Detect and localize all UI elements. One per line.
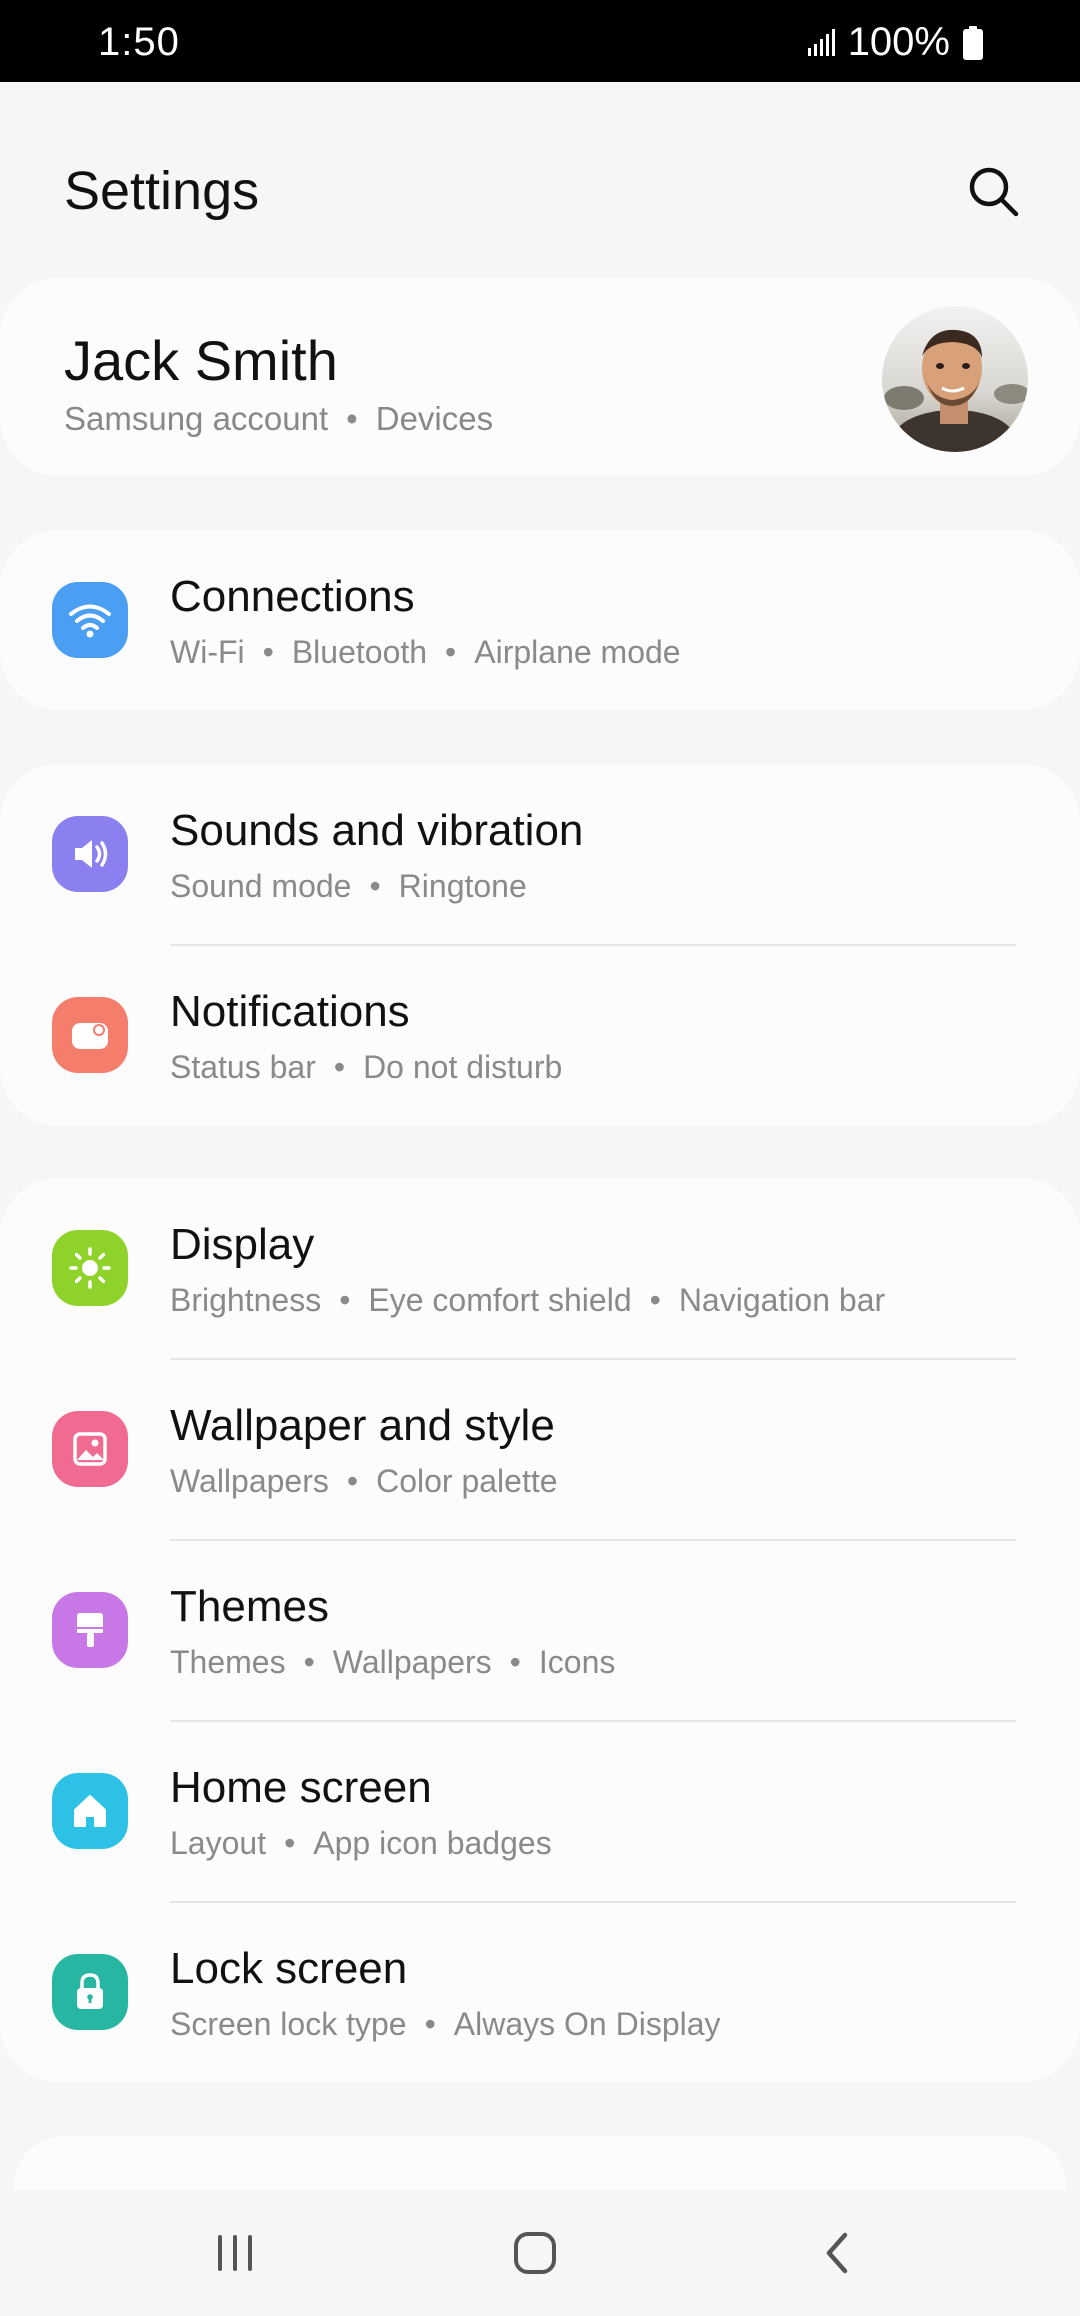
item-title: Themes (170, 1582, 329, 1631)
settings-item-themes[interactable]: Themes Themes • Wallpapers • Icons (0, 1540, 1080, 1720)
separator-dot: • (284, 1825, 296, 1861)
item-title: Display (170, 1220, 315, 1269)
item-title: Wallpaper and style (170, 1401, 555, 1450)
subtitle-part: App icon badges (313, 1825, 552, 1861)
volume-icon (52, 816, 128, 892)
subtitle-part: Airplane mode (474, 634, 681, 670)
signal-icon (806, 28, 836, 58)
separator-dot: • (303, 1644, 315, 1680)
subtitle-part: Sound mode (170, 868, 352, 904)
subtitle-part: Do not disturb (363, 1049, 563, 1085)
subtitle-part: Always On Display (453, 2006, 721, 2042)
separator-dot: • (346, 1463, 359, 1499)
home-button[interactable] (500, 2218, 570, 2288)
subtitle-part: Brightness (170, 1282, 322, 1318)
brush-icon (52, 1592, 128, 1668)
subtitle-part: Navigation bar (678, 1282, 886, 1318)
item-subtitle: Wi-Fi • Bluetooth • Airplane mode (170, 634, 681, 671)
subtitle-part: Bluetooth (291, 634, 428, 670)
item-subtitle: Status bar • Do not disturb (170, 1049, 562, 1086)
subtitle-part: Themes (170, 1644, 286, 1680)
battery-percentage: 100% (847, 20, 950, 64)
avatar[interactable] (882, 306, 1028, 452)
subtitle-part: Ringtone (398, 868, 527, 904)
image-icon (52, 1411, 128, 1487)
settings-item-home-screen[interactable]: Home screen Layout • App icon badges (0, 1721, 1080, 1901)
item-subtitle: Screen lock type • Always On Display (170, 2006, 721, 2043)
notification-icon (52, 997, 128, 1073)
subtitle-part: Layout (170, 1825, 267, 1861)
item-subtitle: Sound mode • Ringtone (170, 868, 527, 905)
home-button-icon (514, 2232, 556, 2274)
item-title: Home screen (170, 1763, 432, 1812)
wifi-icon (52, 582, 128, 658)
settings-item-wallpaper[interactable]: Wallpaper and style Wallpapers • Color pal… (0, 1359, 1080, 1539)
account-name: Jack Smith (64, 329, 338, 392)
recent-apps-icon (218, 2235, 252, 2271)
separator-dot: • (445, 634, 457, 670)
recent-apps-button[interactable] (200, 2218, 270, 2288)
subtitle-part: Wallpapers (170, 1463, 329, 1499)
settings-item-connections[interactable]: Connections Wi-Fi • Bluetooth • Airplane mod… (0, 530, 1080, 710)
item-title: Connections (170, 572, 415, 621)
subtitle-part: Wi-Fi (170, 634, 245, 670)
settings-item-display[interactable]: Display Brightness • Eye comfort shield • Na… (0, 1178, 1080, 1358)
back-button[interactable] (804, 2218, 874, 2288)
display-group-card: Display Brightness • Eye comfort shield • Na… (0, 1178, 1080, 2082)
status-indicators: 100% (806, 20, 984, 65)
separator-dot: • (333, 1049, 346, 1085)
battery-icon (962, 25, 984, 60)
status-bar: 1:50 100% (0, 0, 1080, 82)
item-subtitle: Themes • Wallpapers • Icons (170, 1644, 615, 1681)
item-title: Notifications (170, 987, 410, 1036)
item-subtitle: Layout • App icon badges (170, 1825, 552, 1862)
samsung-account-card[interactable]: Jack Smith Samsung account • Devices (0, 278, 1080, 476)
status-time: 1:50 (98, 20, 180, 64)
settings-item-sounds[interactable]: Sounds and vibration Sound mode • Ringtone (0, 764, 1080, 944)
subtitle-part: Eye comfort shield (368, 1282, 632, 1318)
account-link: Devices (375, 400, 494, 437)
separator-dot: • (649, 1282, 661, 1318)
separator-dot: • (346, 400, 358, 437)
page-title: Settings (64, 161, 260, 221)
separator-dot: • (369, 868, 381, 904)
separator-dot: • (339, 1282, 351, 1318)
subtitle-part: Color palette (376, 1463, 558, 1499)
sounds-notifications-card: Sounds and vibration Sound mode • Ringtone… (0, 764, 1080, 1126)
navigation-bar (0, 2190, 1080, 2316)
item-title: Lock screen (170, 1944, 408, 1993)
settings-item-notifications[interactable]: Notifications Status bar • Do not disturb (0, 945, 1080, 1125)
item-title: Sounds and vibration (170, 806, 584, 855)
subtitle-part: Screen lock type (170, 2006, 407, 2042)
back-icon (826, 2232, 848, 2274)
subtitle-part: Status bar (170, 1049, 316, 1085)
separator-dot: • (509, 1644, 521, 1680)
sun-icon (52, 1230, 128, 1306)
subtitle-part: Icons (538, 1644, 616, 1680)
settings-item-lock-screen[interactable]: Lock screen Screen lock type • Always On D… (0, 1902, 1080, 2082)
separator-dot: • (424, 2006, 436, 2042)
item-subtitle: Wallpapers • Color palette (170, 1463, 558, 1500)
home-icon (52, 1773, 128, 1849)
search-icon[interactable] (966, 164, 1022, 220)
lock-icon (52, 1954, 128, 2030)
connections-card: Connections Wi-Fi • Bluetooth • Airplane mod… (0, 530, 1080, 710)
account-link: Samsung account (64, 400, 329, 437)
subtitle-part: Wallpapers (332, 1644, 492, 1680)
separator-dot: • (262, 634, 274, 670)
item-subtitle: Brightness • Eye comfort shield • Navigation… (170, 1282, 885, 1319)
account-links: Samsung account • Devices (64, 400, 493, 438)
